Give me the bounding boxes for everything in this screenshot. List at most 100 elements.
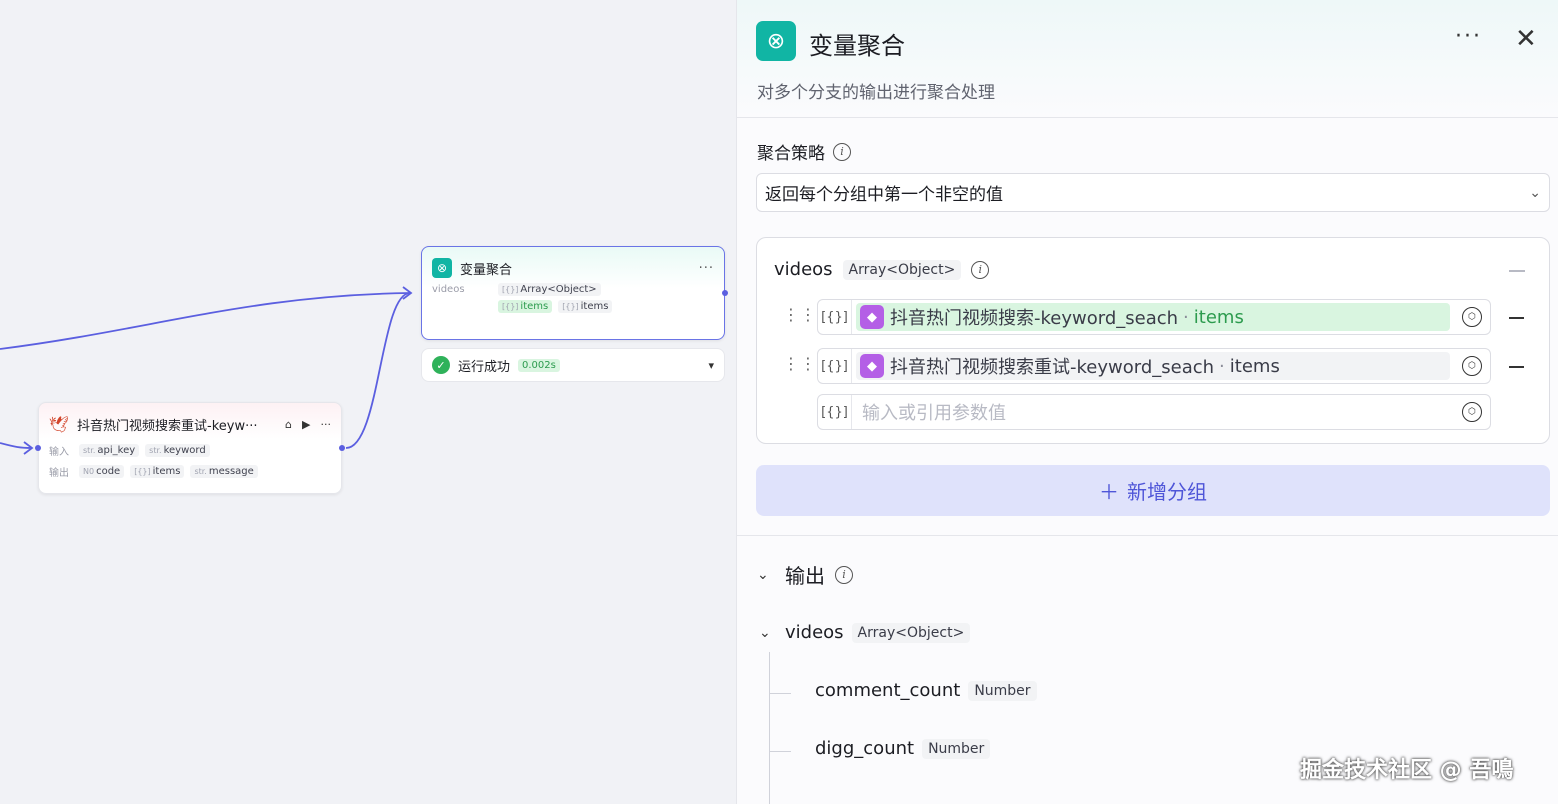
info-icon[interactable]: i [971, 260, 990, 279]
ref-tag-1: [{}] items [498, 300, 553, 313]
node-outputs-row: 输出 N0 code [{}] items str. message [39, 464, 341, 479]
strategy-label: 聚合策略 [757, 144, 825, 164]
output-tag: str. message [190, 465, 258, 478]
chevron-down-icon[interactable]: ⌄ [759, 625, 777, 641]
workflow-canvas[interactable]: ⊗ 变量聚合 ··· videos [{}] Array<Object> [{}]… [0, 0, 736, 804]
edge-to-agg-top [0, 292, 411, 350]
node-row-videos: videos [{}] Array<Object> [422, 283, 724, 296]
run-status-bar[interactable]: ✓ 运行成功 0.002s ▾ [421, 348, 725, 382]
tree-branch [769, 751, 791, 752]
row-label: videos [432, 284, 465, 295]
ref-tag-2: [{}] items [558, 300, 613, 313]
node-header: 🕊 抖音热门视频搜索重试-keyw··· ⌂ ▶ ··· [39, 403, 341, 435]
ref-input-placeholder[interactable]: 输入或引用参数值 [852, 399, 1454, 425]
variable-select-icon[interactable]: ⬡ [1462, 356, 1482, 376]
output-name: comment_count [815, 680, 961, 701]
drag-handle-icon[interactable]: ⋮⋮ [783, 307, 817, 323]
node-row-refs: [{}] items [{}] items [422, 300, 724, 313]
tool-output-handle[interactable] [339, 445, 345, 451]
group-collapse-icon[interactable] [1509, 270, 1525, 272]
debug-icon[interactable]: ⌂ [285, 418, 292, 431]
input-tag: str. api_key [79, 444, 140, 457]
agg-output-handle[interactable] [722, 290, 728, 296]
aggregate-icon: ⊗ [432, 258, 452, 278]
more-icon[interactable]: ··· [321, 418, 332, 431]
group-name[interactable]: videos [774, 259, 833, 280]
drag-handle-icon[interactable]: ⋮⋮ [783, 356, 817, 372]
add-group-button[interactable]: ＋ 新增分组 [756, 465, 1550, 516]
input-label: 输入 [49, 447, 69, 458]
tree-branch [769, 693, 791, 694]
output-item-videos[interactable]: ⌄ videos Array<Object> [759, 622, 971, 643]
ref-row-1[interactable]: [{}] ◆ 抖音热门视频搜索-keyword_seach · items ⬡ [817, 299, 1491, 335]
node-inputs-row: 输入 str. api_key str. keyword [39, 443, 341, 458]
plus-icon: ＋ [1099, 480, 1119, 504]
plugin-cube-icon: ◆ [860, 305, 884, 329]
remove-ref-icon[interactable] [1509, 366, 1524, 368]
ref-row-empty[interactable]: [{}] 输入或引用参数值 ⬡ [817, 394, 1491, 430]
output-type-chip: Number [922, 738, 991, 759]
ref-node: 抖音热门视频搜索重试-keyword_seach [890, 357, 1215, 378]
close-icon[interactable]: ✕ [1515, 24, 1537, 54]
output-label: 输出 [49, 468, 69, 479]
input-tag: str. keyword [145, 444, 210, 457]
ref-label: items [580, 301, 609, 312]
info-icon[interactable]: i [833, 142, 851, 161]
variable-select-icon[interactable]: ⬡ [1462, 307, 1482, 327]
output-label: 输出 [785, 564, 825, 588]
add-group-label: 新增分组 [1127, 480, 1207, 504]
node-ops: ⌂ ▶ ··· [285, 418, 331, 431]
output-type-chip: Number [968, 680, 1037, 701]
type-tag: [{}] Array<Object> [498, 283, 601, 296]
output-item-digg-count: digg_count Number [815, 738, 991, 759]
node-title: 变量聚合 [460, 262, 513, 278]
output-item-comment-count: comment_count Number [815, 680, 1037, 701]
strategy-section-label: 聚合策略 i [757, 139, 851, 164]
ref-separator: · [1219, 355, 1225, 377]
strategy-select[interactable]: 返回每个分组中第一个非空的值 ⌄ [756, 173, 1550, 212]
node-config-panel: ⊗ 变量聚合 对多个分支的输出进行聚合处理 ··· ✕ 聚合策略 i 返回每个分… [736, 0, 1558, 804]
ref-row-2[interactable]: [{}] ◆ 抖音热门视频搜索重试-keyword_seach · items … [817, 348, 1491, 384]
output-section-header[interactable]: ⌄ 输出 i [757, 560, 853, 589]
douyin-retry-tool-node[interactable]: 🕊 抖音热门视频搜索重试-keyw··· ⌂ ▶ ··· 输入 str. api_… [38, 402, 342, 494]
aggregation-group-card: videos Array<Object> i ⋮⋮ [{}] ◆ 抖音热门视频搜… [756, 237, 1550, 444]
chevron-down-icon: ⌄ [1529, 184, 1541, 201]
panel-title[interactable]: 变量聚合 [809, 26, 905, 61]
output-tag: [{}] items [130, 465, 185, 478]
group-header: videos Array<Object> i [774, 259, 990, 280]
chevron-down-icon[interactable]: ⌄ [757, 567, 775, 583]
ref-value[interactable]: ◆ 抖音热门视频搜索-keyword_seach · items [856, 303, 1450, 331]
tree-line [769, 652, 770, 804]
ref-field: items [1229, 355, 1280, 377]
variable-aggregation-node[interactable]: ⊗ 变量聚合 ··· videos [{}] Array<Object> [{}]… [421, 246, 725, 340]
strategy-value: 返回每个分组中第一个非空的值 [765, 185, 1003, 205]
ref-kind-icon: [{}] [818, 300, 852, 334]
chevron-down-icon[interactable]: ▾ [708, 359, 714, 372]
variable-select-icon[interactable]: ⬡ [1462, 402, 1482, 422]
info-icon[interactable]: i [835, 565, 853, 584]
ref-kind: [{}] [562, 302, 579, 311]
watermark: 掘金技术社区 @ 吾鳴 [1300, 758, 1514, 783]
status-text: 运行成功 [458, 359, 511, 375]
remove-ref-icon[interactable] [1509, 317, 1524, 319]
plugin-cube-icon: ◆ [860, 354, 884, 378]
group-type-chip: Array<Object> [842, 259, 962, 280]
ref-kind-icon: [{}] [818, 395, 852, 429]
success-check-icon: ✓ [432, 356, 450, 374]
output-name: videos [785, 622, 844, 643]
type-kind: [{}] [502, 285, 519, 294]
plugin-bird-icon: 🕊 [48, 414, 70, 434]
panel-description[interactable]: 对多个分支的输出进行聚合处理 [757, 78, 995, 103]
ref-kind-icon: [{}] [818, 349, 852, 383]
run-icon[interactable]: ▶ [302, 418, 310, 431]
aggregate-icon: ⊗ [756, 21, 796, 61]
status-time-badge: 0.002s [518, 358, 560, 372]
ref-value[interactable]: ◆ 抖音热门视频搜索重试-keyword_seach · items [856, 352, 1450, 380]
ref-field: items [1193, 306, 1244, 328]
ref-node: 抖音热门视频搜索-keyword_seach [890, 308, 1179, 329]
more-icon[interactable]: ··· [699, 261, 714, 276]
more-icon[interactable]: ··· [1455, 24, 1482, 49]
ref-separator: · [1183, 306, 1189, 328]
divider [737, 535, 1558, 536]
tool-input-handle[interactable] [35, 445, 41, 451]
